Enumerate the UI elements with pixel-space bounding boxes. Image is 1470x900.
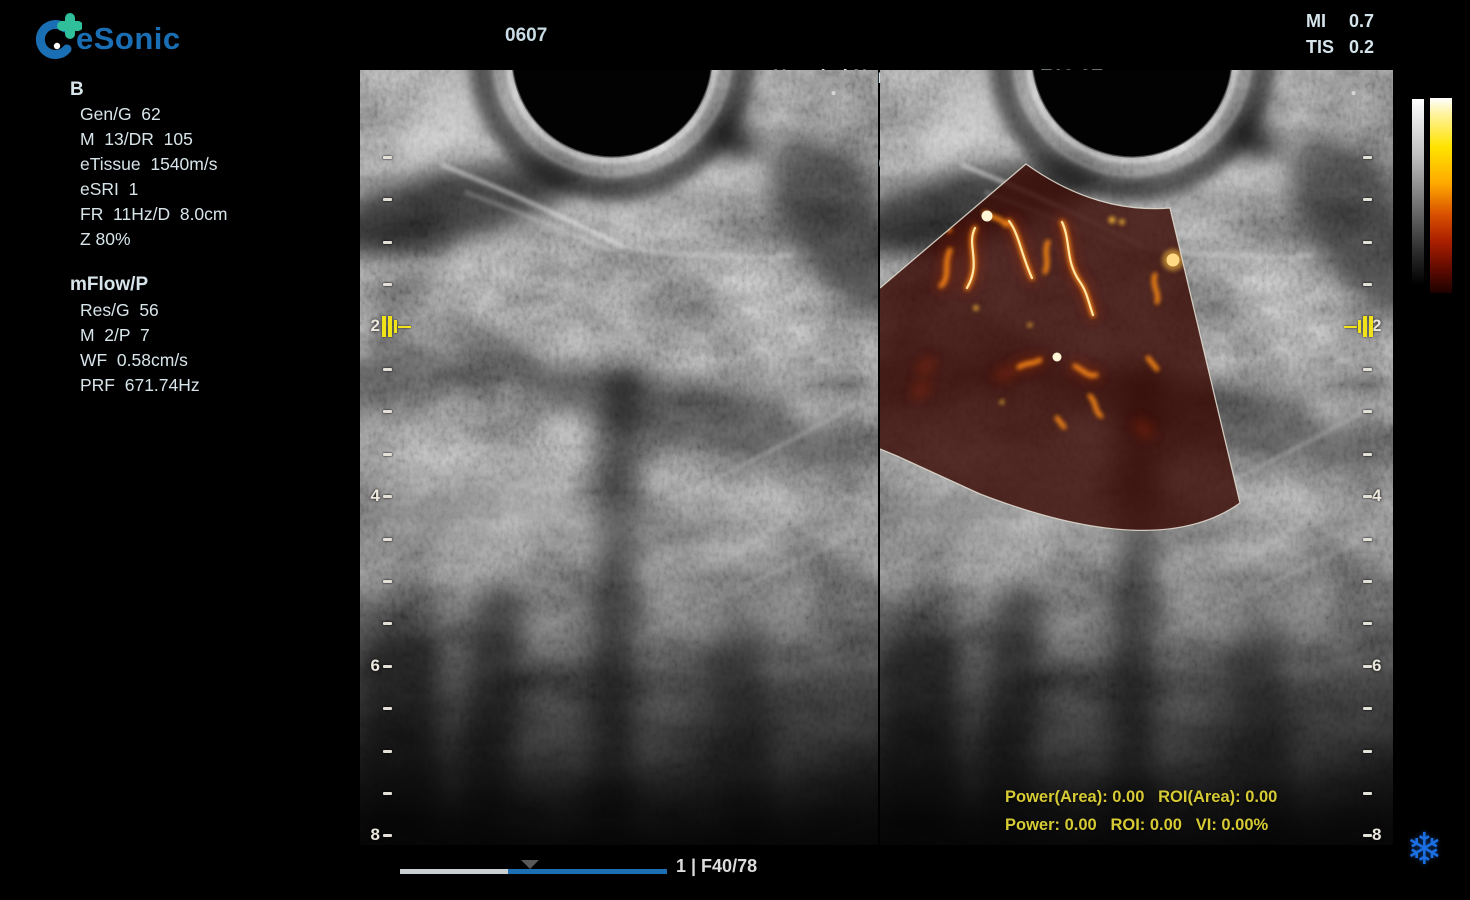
focus-marker-right[interactable] (1344, 316, 1374, 338)
mflow-param-map: M 2/P 7 (80, 325, 150, 346)
b-param-map-dr: M 13/DR 105 (80, 129, 193, 150)
brand-logo: eSonic (30, 4, 230, 64)
depth-label-8: 8 (362, 825, 380, 845)
mflow-ultrasound-image (880, 70, 1393, 845)
power-roi-vi-readout: Power: 0.00 ROI: 0.00 VI: 0.00% (1005, 816, 1268, 835)
acoustic-output-block: MI 0.7 TIS 0.2 (1306, 11, 1374, 63)
tis-label: TIS (1306, 37, 1334, 63)
depth-label-6: 6 (1372, 656, 1390, 676)
b-param-zoom: Z 80% (80, 229, 131, 250)
ultrasound-screen: eSonic 0607 Hospital Name 06/07/2023 03:… (0, 0, 1470, 900)
tis-row: TIS 0.2 (1306, 37, 1374, 63)
snowflake-icon[interactable]: ❄ (1406, 824, 1443, 875)
focus-marker-left[interactable] (382, 316, 412, 338)
depth-label-8: 8 (1372, 825, 1390, 845)
tis-value: 0.2 (1349, 37, 1374, 63)
depth-ruler-left: 2 4 6 8 (360, 70, 404, 845)
cine-bar-played[interactable] (400, 869, 508, 874)
b-mode-title: B (70, 79, 84, 101)
mflow-title: mFlow/P (70, 274, 148, 296)
power-area-readout: Power(Area): 0.00 ROI(Area): 0.00 (1005, 788, 1277, 807)
patient-id: 0607 (505, 25, 547, 47)
b-mode-ultrasound-image (360, 70, 878, 845)
b-mode-image-panel[interactable]: 2 4 6 8 (360, 70, 878, 845)
mflow-image-panel[interactable]: 2 4 6 8 Power(Area): 0.00 ROI(Area): 0.0… (880, 70, 1393, 845)
b-param-esri: eSRI 1 (80, 179, 138, 200)
mi-label: MI (1306, 11, 1326, 37)
b-param-fr-depth: FR 11Hz/D 8.0cm (80, 204, 228, 225)
mflow-param-wf: WF 0.58cm/s (80, 350, 188, 371)
esonic-logo-icon (30, 8, 82, 60)
mflow-param-gain: Res/G 56 (80, 300, 159, 321)
depth-label-2: 2 (1372, 316, 1390, 336)
depth-ruler-right: 2 4 6 8 (1349, 70, 1393, 845)
depth-label-2: 2 (362, 316, 380, 336)
b-param-gain: Gen/G 62 (80, 104, 161, 125)
brand-name: eSonic (76, 21, 181, 57)
depth-label-6: 6 (362, 656, 380, 676)
b-param-etissue: eTissue 1540m/s (80, 154, 217, 175)
mi-value: 0.7 (1349, 11, 1374, 37)
depth-label-4: 4 (1372, 486, 1390, 506)
mflow-colormap-bar (1430, 98, 1452, 293)
cine-bar-buffer[interactable] (508, 869, 667, 874)
grayscale-map-bar (1412, 99, 1424, 285)
mflow-param-prf: PRF 671.74Hz (80, 375, 200, 396)
mi-row: MI 0.7 (1306, 11, 1374, 37)
cine-frame-counter: 1 | F40/78 (676, 856, 757, 877)
cine-position-handle[interactable] (521, 860, 539, 869)
depth-label-4: 4 (362, 486, 380, 506)
